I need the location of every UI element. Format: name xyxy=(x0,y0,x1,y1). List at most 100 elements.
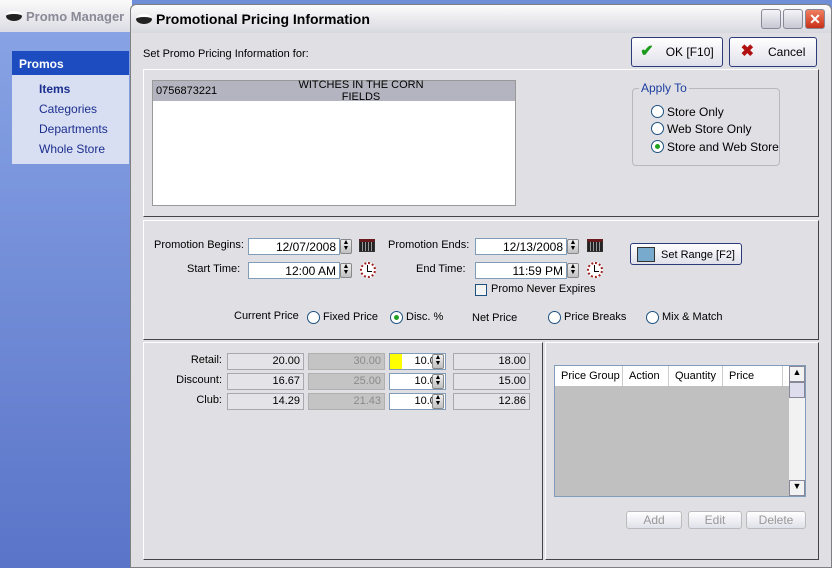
scrollbar[interactable]: ▲ ▼ xyxy=(789,366,805,496)
item-panel: 0756873221 WITCHES IN THE CORN FIELDS Ap… xyxy=(143,69,819,217)
disc-spinner[interactable]: ▲ ▼ xyxy=(432,374,444,389)
current-price-label: Current Price xyxy=(234,310,299,322)
price-row-label: Club: xyxy=(196,394,222,406)
cancel-button[interactable]: ✖ Cancel xyxy=(729,37,817,67)
net-price-field: 12.86 xyxy=(453,393,530,410)
promos-header: Promos xyxy=(12,51,129,75)
store-and-web-label: Store and Web Store xyxy=(667,140,779,154)
fixed-price-label: Fixed Price xyxy=(323,311,379,323)
dialog-title: Promotional Pricing Information xyxy=(156,11,370,27)
set-range-button[interactable]: Set Range [F2] xyxy=(630,243,742,265)
web-store-only-label: Web Store Only xyxy=(667,122,752,136)
radio-store-and-web-store[interactable] xyxy=(651,140,664,153)
end-time-input[interactable]: 11:59 PM xyxy=(475,262,567,279)
list-item[interactable]: 0756873221 WITCHES IN THE CORN FIELDS xyxy=(153,79,515,103)
prices-panel: Retail: 20.00 30.00 10.00 ▲ ▼ 18.00 Discou… xyxy=(143,342,543,560)
promo-pricing-dialog: Promotional Pricing Information ✕ Set Pr… xyxy=(130,4,832,568)
price-row-label: Discount: xyxy=(176,374,222,386)
close-button[interactable]: ✕ xyxy=(805,9,825,29)
start-time-label: Start Time: xyxy=(187,263,241,275)
column-header[interactable]: Quantity xyxy=(669,366,723,386)
fixed-price-input: 21.43 xyxy=(308,393,385,410)
edit-button[interactable]: Edit xyxy=(688,511,742,529)
price-breaks-panel: Price Group Action Quantity Price ▲ ▼ Add E… xyxy=(545,342,819,560)
begins-label: Promotion Begins: xyxy=(154,239,244,251)
net-price-field: 15.00 xyxy=(453,373,530,390)
column-header[interactable]: Price xyxy=(723,366,783,386)
item-list[interactable]: 0756873221 WITCHES IN THE CORN FIELDS xyxy=(152,79,516,206)
nav-departments[interactable]: Departments xyxy=(12,119,129,139)
current-price-field: 20.00 xyxy=(227,353,304,370)
radio-store-only[interactable] xyxy=(651,105,664,118)
item-name: WITCHES IN THE CORN FIELDS xyxy=(298,79,424,103)
promo-manager-titlebar: Promo Manager xyxy=(0,0,132,32)
x-icon: ✖ xyxy=(740,43,755,60)
net-price-label: Net Price xyxy=(472,312,518,324)
delete-button[interactable]: Delete xyxy=(746,511,806,529)
fixed-price-input: 25.00 xyxy=(308,373,385,390)
scroll-down-button[interactable]: ▼ xyxy=(789,480,805,496)
set-range-label: Set Range [F2] xyxy=(661,249,735,261)
calendar-icon[interactable] xyxy=(359,239,375,252)
app-logo-icon xyxy=(136,14,152,24)
begins-spinner[interactable]: ▲ ▼ xyxy=(340,239,352,254)
disc-spinner[interactable]: ▲ ▼ xyxy=(432,354,444,369)
minimize-button[interactable] xyxy=(761,9,781,29)
current-price-field: 16.67 xyxy=(227,373,304,390)
promo-manager-window: Promo Manager Promos Items Categories De… xyxy=(0,0,132,568)
ends-label: Promotion Ends: xyxy=(388,239,470,251)
start-time-input[interactable]: 12:00 AM xyxy=(248,262,340,279)
nav-items[interactable]: Items xyxy=(12,79,129,99)
price-breaks-table[interactable]: Price Group Action Quantity Price ▲ ▼ xyxy=(554,365,806,497)
radio-mix-match[interactable] xyxy=(646,311,659,324)
fixed-price-input: 30.00 xyxy=(308,353,385,370)
add-button[interactable]: Add xyxy=(626,511,682,529)
nav-whole-store[interactable]: Whole Store xyxy=(12,139,129,159)
radio-web-store-only[interactable] xyxy=(651,122,664,135)
item-code: 0756873221 xyxy=(156,85,218,97)
dates-panel: Promotion Begins: 12/07/2008 ▲ ▼ Promotio… xyxy=(143,220,819,340)
edit-label: Edit xyxy=(704,513,726,527)
end-time-spinner[interactable]: ▲ ▼ xyxy=(567,263,579,278)
disc-spinner[interactable]: ▲ ▼ xyxy=(432,394,444,409)
promos-nav: Promos Items Categories Departments Whol… xyxy=(12,51,129,164)
clock-icon[interactable] xyxy=(360,262,376,278)
add-label: Add xyxy=(643,513,665,527)
mix-match-label: Mix & Match xyxy=(662,311,723,323)
column-header[interactable]: Price Group xyxy=(555,366,623,386)
price-breaks-label: Price Breaks xyxy=(564,311,627,323)
price-row-label: Retail: xyxy=(190,354,222,366)
scroll-up-button[interactable]: ▲ xyxy=(789,366,805,382)
window-title: Promo Manager xyxy=(26,9,125,24)
clock-icon[interactable] xyxy=(587,262,603,278)
apply-to-group: Apply To Store Only Web Store Only Store… xyxy=(632,81,780,166)
ends-spinner[interactable]: ▲ ▼ xyxy=(567,239,579,254)
nav-categories[interactable]: Categories xyxy=(12,99,129,119)
end-time-label: End Time: xyxy=(416,263,466,275)
net-price-field: 18.00 xyxy=(453,353,530,370)
store-only-label: Store Only xyxy=(667,105,724,119)
ok-label: OK [F10] xyxy=(665,45,714,59)
delete-label: Delete xyxy=(758,513,794,527)
radio-fixed-price[interactable] xyxy=(307,311,320,324)
radio-disc-percent[interactable] xyxy=(390,311,403,324)
dialog-titlebar: Promotional Pricing Information ✕ xyxy=(131,5,831,33)
scroll-thumb[interactable] xyxy=(789,382,805,398)
never-expires-label: Promo Never Expires xyxy=(491,283,596,295)
set-range-icon xyxy=(637,247,655,263)
apply-to-title: Apply To xyxy=(639,81,689,95)
radio-price-breaks[interactable] xyxy=(548,311,561,324)
ok-button[interactable]: ✔ OK [F10] xyxy=(631,37,723,67)
current-price-field: 14.29 xyxy=(227,393,304,410)
ends-date-input[interactable]: 12/13/2008 xyxy=(475,238,567,255)
column-header[interactable]: Action xyxy=(623,366,669,386)
set-for-label: Set Promo Pricing Information for: xyxy=(143,48,309,60)
disc-percent-label: Disc. % xyxy=(406,311,444,323)
cancel-label: Cancel xyxy=(768,45,806,59)
start-time-spinner[interactable]: ▲ ▼ xyxy=(340,263,352,278)
calendar-icon[interactable] xyxy=(587,239,603,252)
app-logo-icon xyxy=(6,11,22,21)
begins-date-input[interactable]: 12/07/2008 xyxy=(248,238,340,255)
maximize-button[interactable] xyxy=(783,9,803,29)
never-expires-checkbox[interactable] xyxy=(475,284,487,296)
